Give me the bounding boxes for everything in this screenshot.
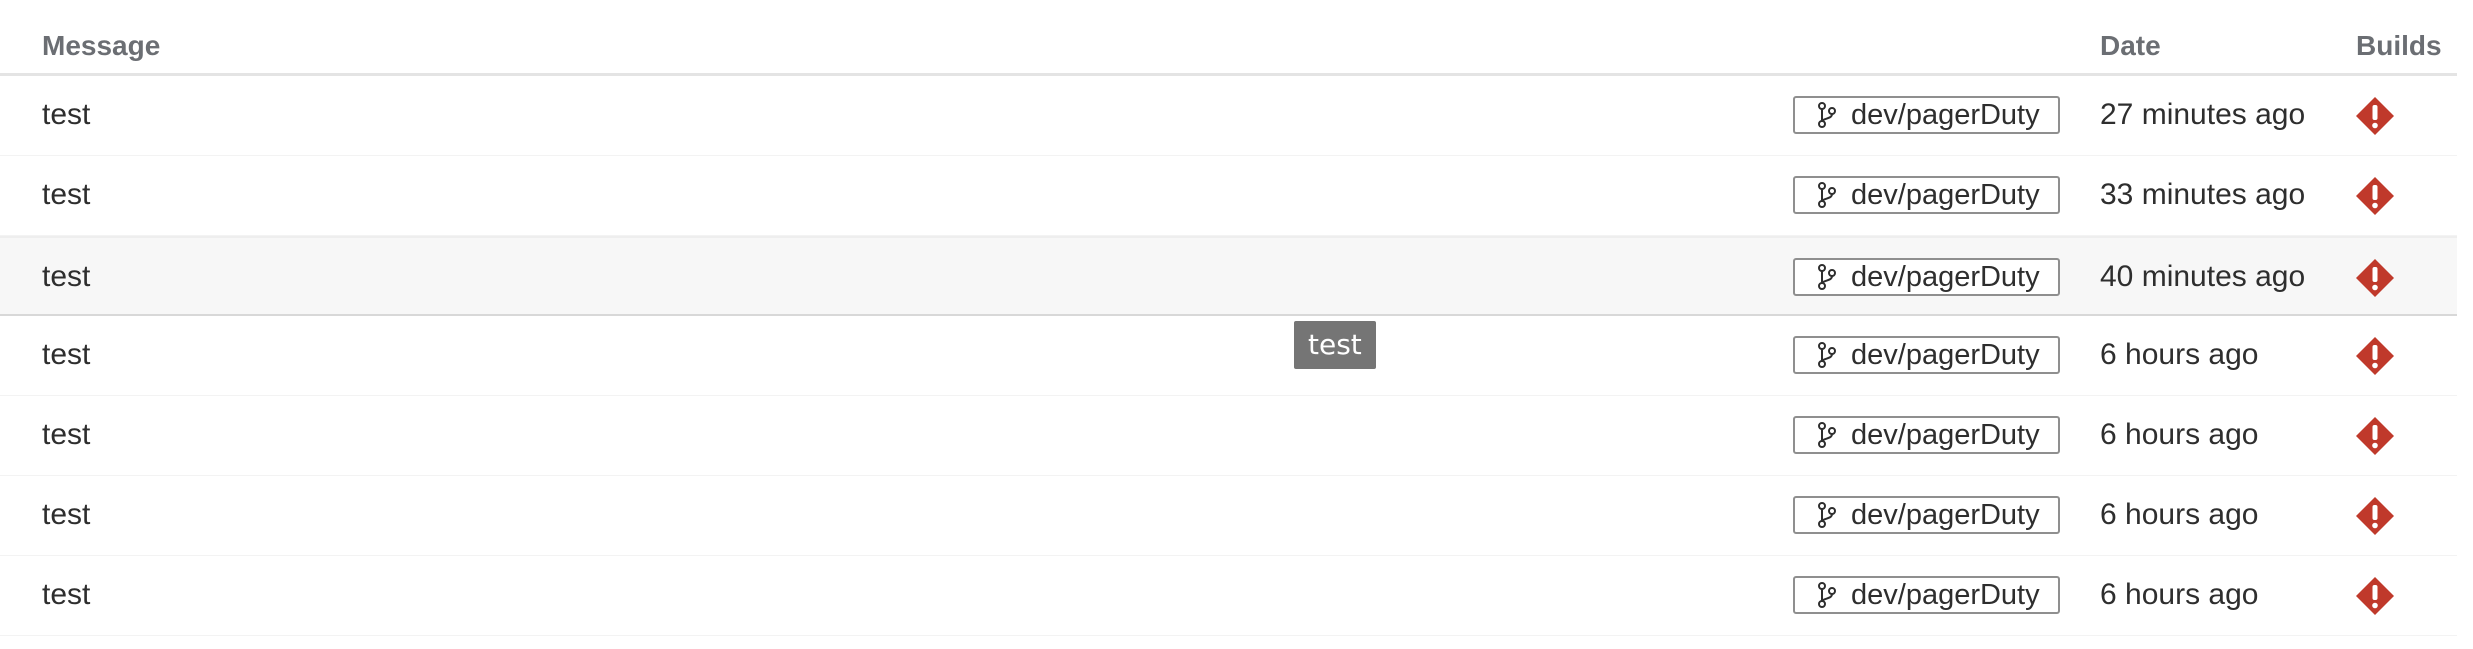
branch-tag[interactable]: dev/pagerDuty <box>1793 576 2060 614</box>
git-branch-icon <box>1815 181 1839 209</box>
commit-date: 6 hours ago <box>2100 498 2259 531</box>
column-header-builds: Builds <box>2356 30 2442 61</box>
git-branch-icon <box>1815 581 1839 609</box>
commit-message[interactable]: test <box>42 98 90 132</box>
branch-label: dev/pagerDuty <box>1851 498 2040 531</box>
table-row[interactable]: test dev/pagerDuty 33 minutes ago <box>0 156 2457 236</box>
git-branch-icon <box>1815 341 1839 369</box>
commit-date: 40 minutes ago <box>2100 260 2306 293</box>
commit-message[interactable]: test <box>42 498 90 532</box>
build-failed-icon[interactable] <box>2355 416 2395 456</box>
table-row[interactable]: test dev/pagerDuty 6 hours ago <box>0 556 2457 636</box>
branch-label: dev/pagerDuty <box>1851 178 2040 211</box>
git-branch-icon <box>1815 263 1839 291</box>
table-row[interactable]: test dev/pagerDuty 6 hours ago <box>0 476 2457 556</box>
git-branch-icon <box>1815 421 1839 449</box>
table-row[interactable]: test dev/pagerDuty 6 hours ago <box>0 316 2457 396</box>
branch-label: dev/pagerDuty <box>1851 338 2040 371</box>
branch-tag[interactable]: dev/pagerDuty <box>1793 176 2060 214</box>
commit-date: 6 hours ago <box>2100 418 2259 451</box>
git-branch-icon <box>1815 501 1839 529</box>
git-branch-icon <box>1815 101 1839 129</box>
table-row-hovered[interactable]: test dev/pagerDuty 40 minutes ago <box>0 236 2457 316</box>
commits-table: Message Date Builds test dev/pagerDuty 2… <box>0 0 2457 636</box>
commit-date: 6 hours ago <box>2100 338 2259 371</box>
branch-label: dev/pagerDuty <box>1851 260 2040 293</box>
commit-message[interactable]: test <box>42 260 90 294</box>
commit-date: 33 minutes ago <box>2100 178 2306 211</box>
build-failed-icon[interactable] <box>2355 496 2395 536</box>
table-row[interactable]: test dev/pagerDuty 6 hours ago <box>0 396 2457 476</box>
branch-tag[interactable]: dev/pagerDuty <box>1793 96 2060 134</box>
table-header: Message Date Builds <box>0 0 2457 76</box>
build-failed-icon[interactable] <box>2355 258 2395 298</box>
build-failed-icon[interactable] <box>2355 176 2395 216</box>
commit-message[interactable]: test <box>42 578 90 612</box>
branch-tag[interactable]: dev/pagerDuty <box>1793 496 2060 534</box>
build-failed-icon[interactable] <box>2355 336 2395 376</box>
branch-tag[interactable]: dev/pagerDuty <box>1793 258 2060 296</box>
branch-label: dev/pagerDuty <box>1851 578 2040 611</box>
commit-message-tooltip: test <box>1294 321 1376 369</box>
branch-tag[interactable]: dev/pagerDuty <box>1793 416 2060 454</box>
column-header-date: Date <box>2100 30 2161 61</box>
branch-label: dev/pagerDuty <box>1851 98 2040 131</box>
commit-date: 27 minutes ago <box>2100 98 2306 131</box>
commit-message[interactable]: test <box>42 418 90 452</box>
commit-message[interactable]: test <box>42 338 90 372</box>
build-failed-icon[interactable] <box>2355 576 2395 616</box>
table-row[interactable]: test dev/pagerDuty 27 minutes ago <box>0 76 2457 156</box>
build-failed-icon[interactable] <box>2355 96 2395 136</box>
column-header-message: Message <box>42 30 161 61</box>
commit-date: 6 hours ago <box>2100 578 2259 611</box>
branch-tag[interactable]: dev/pagerDuty <box>1793 336 2060 374</box>
commit-message[interactable]: test <box>42 178 90 212</box>
branch-label: dev/pagerDuty <box>1851 418 2040 451</box>
